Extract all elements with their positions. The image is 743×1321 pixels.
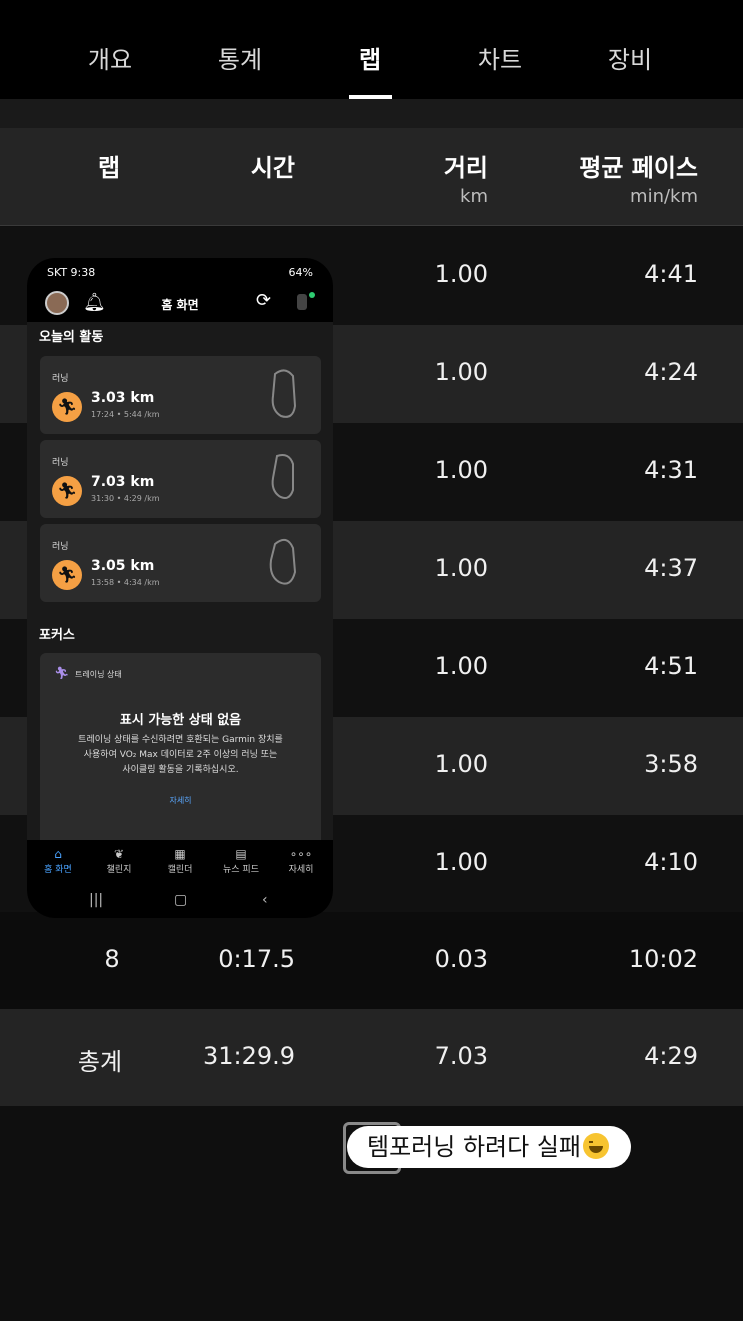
lap-distance: 1.00: [434, 456, 488, 484]
header-avg-pace-unit: min/km: [630, 186, 698, 207]
tab-charts[interactable]: 차트: [450, 40, 550, 75]
no-status-description: 트레이닝 상태를 수신하려면 호환되는 Garmin 장치를 사용하여 VO₂ …: [56, 733, 305, 778]
sync-icon[interactable]: ⟳: [256, 290, 271, 311]
table-row[interactable]: 8 0:17.5 0.03 10:02: [0, 912, 743, 1010]
activity-type: 러닝: [52, 458, 69, 468]
app-bar: 🔔︎ 홈 화면 ⟳: [27, 286, 333, 322]
nav-challenges[interactable]: ❦ 챌린지: [89, 846, 149, 875]
training-status-card[interactable]: 🏃︎ 트레이닝 상태 표시 가능한 상태 없음 트레이닝 상태를 수신하려면 호…: [40, 653, 321, 848]
app-title: 홈 화면: [161, 298, 199, 312]
description-line: 사이클링 활동을 기록하십시오.: [122, 765, 239, 775]
header-distance-unit: km: [460, 186, 488, 207]
nav-more[interactable]: ∘∘∘ 자세히: [271, 846, 331, 875]
back-icon[interactable]: ‹: [262, 892, 268, 908]
total-time: 31:29.9: [202, 1042, 295, 1070]
activity-type: 러닝: [52, 542, 69, 552]
nav-label: 챌린지: [106, 865, 132, 875]
more-info-link[interactable]: 자세히: [40, 795, 321, 806]
description-line: 사용하여 VO₂ Max 데이터로 2주 이상의 러닝 또는: [83, 750, 278, 760]
lap-distance: 1.00: [434, 260, 488, 288]
lap-pace: 4:24: [644, 358, 698, 386]
laughing-with-tears-emoji: [582, 1133, 609, 1159]
route-map-icon: [271, 454, 294, 499]
calendar-icon: ▦: [174, 847, 186, 861]
nav-home[interactable]: ⌂ 홈 화면: [28, 846, 88, 875]
status-bar: SKT 9:38 64%: [27, 258, 333, 286]
activity-distance: 3.03 km: [91, 390, 155, 406]
header-time: 시간: [250, 154, 295, 182]
news-icon: ▤: [235, 847, 247, 861]
activity-card[interactable]: 러닝 🏃︎ 7.03 km 31:30 • 4:29 /km: [40, 440, 321, 518]
home-icon: ⌂: [54, 847, 62, 861]
lap-time: 0:17.5: [218, 945, 295, 973]
nav-calendar[interactable]: ▦ 캘린더: [150, 846, 210, 875]
running-icon: 🏃︎: [52, 560, 82, 590]
nav-label: 뉴스 피드: [223, 865, 259, 875]
spacer: [0, 99, 743, 128]
description-line: 트레이닝 상태를 수신하려면 호환되는 Garmin 장치를: [78, 735, 283, 745]
route-map-icon: [271, 369, 297, 418]
activity-type: 러닝: [52, 374, 69, 384]
sticker-text: 템포러닝 하려다 실패: [367, 1133, 581, 1161]
system-nav-bar: ||| ▢ ‹: [27, 884, 333, 918]
nav-news-feed[interactable]: ▤ 뉴스 피드: [211, 846, 271, 875]
tab-bar: 개요 통계 랩 차트 장비: [0, 0, 743, 99]
nav-label: 홈 화면: [44, 865, 72, 875]
home-button-icon[interactable]: ▢: [174, 892, 187, 908]
header-avg-pace: 평균 페이스: [579, 154, 698, 182]
today-activity-title: 오늘의 활동: [39, 330, 104, 345]
activity-details: 31:30 • 4:29 /km: [91, 494, 160, 503]
lap-pace: 3:58: [644, 750, 698, 778]
lap-distance: 1.00: [434, 750, 488, 778]
training-status-icon: 🏃︎: [54, 666, 70, 680]
total-pace: 4:29: [644, 1042, 698, 1070]
more-icon: ∘∘∘: [289, 847, 313, 861]
lap-distance: 1.00: [434, 848, 488, 876]
header-distance: 거리: [443, 154, 488, 182]
lap-number: 8: [104, 945, 120, 973]
nav-label: 캘린더: [167, 865, 193, 875]
status-battery: 64%: [288, 266, 313, 279]
table-total-row: 총계 31:29.9 7.03 4:29: [0, 1009, 743, 1107]
lap-pace: 10:02: [628, 945, 698, 973]
lap-pace: 4:41: [644, 260, 698, 288]
focus-title: 포커스: [39, 628, 75, 643]
caption-sticker: 템포러닝 하려다 실패: [347, 1126, 631, 1168]
lap-pace: 4:31: [644, 456, 698, 484]
training-status-label: 트레이닝 상태: [75, 670, 122, 679]
activity-card[interactable]: 러닝 🏃︎ 3.03 km 17:24 • 5:44 /km: [40, 356, 321, 434]
tab-laps[interactable]: 랩: [320, 40, 420, 75]
tab-gear[interactable]: 장비: [580, 40, 680, 75]
lap-pace: 4:37: [644, 554, 698, 582]
route-map-icon: [269, 538, 297, 585]
tab-overview[interactable]: 개요: [60, 40, 160, 75]
activity-details: 17:24 • 5:44 /km: [91, 410, 160, 419]
laurel-icon: ❦: [113, 847, 125, 861]
tab-stats[interactable]: 통계: [190, 40, 290, 75]
lap-distance: 1.00: [434, 358, 488, 386]
connected-dot: [309, 292, 315, 298]
total-distance: 7.03: [434, 1042, 488, 1070]
nav-label: 자세히: [288, 865, 314, 875]
phone-screenshot-overlay: SKT 9:38 64% 🔔︎ 홈 화면 ⟳ 오늘의 활동 러닝 🏃︎ 3.03…: [27, 258, 333, 918]
lap-pace: 4:51: [644, 652, 698, 680]
activity-card[interactable]: 러닝 🏃︎ 3.05 km 13:58 • 4:34 /km: [40, 524, 321, 602]
recent-apps-icon[interactable]: |||: [89, 892, 103, 908]
lap-pace: 4:10: [644, 848, 698, 876]
bottom-nav: ⌂ 홈 화면 ❦ 챌린지 ▦ 캘린더 ▤ 뉴스 피드 ∘∘∘ 자세히: [27, 840, 333, 884]
total-label: 총계: [77, 1048, 123, 1076]
watch-icon[interactable]: [297, 294, 307, 310]
activity-distance: 7.03 km: [91, 474, 155, 490]
no-status-title: 표시 가능한 상태 없음: [119, 713, 242, 728]
header-lap: 랩: [97, 154, 121, 182]
running-icon: 🏃︎: [52, 392, 82, 422]
lap-distance: 1.00: [434, 652, 488, 680]
laps-table-header: 랩 시간 거리 km 평균 페이스 min/km: [0, 128, 743, 226]
lap-distance: 1.00: [434, 554, 488, 582]
activity-distance: 3.05 km: [91, 558, 155, 574]
lap-distance: 0.03: [434, 945, 488, 973]
status-carrier-time: SKT 9:38: [47, 266, 96, 279]
activity-details: 13:58 • 4:34 /km: [91, 578, 160, 587]
running-icon: 🏃︎: [52, 476, 82, 506]
